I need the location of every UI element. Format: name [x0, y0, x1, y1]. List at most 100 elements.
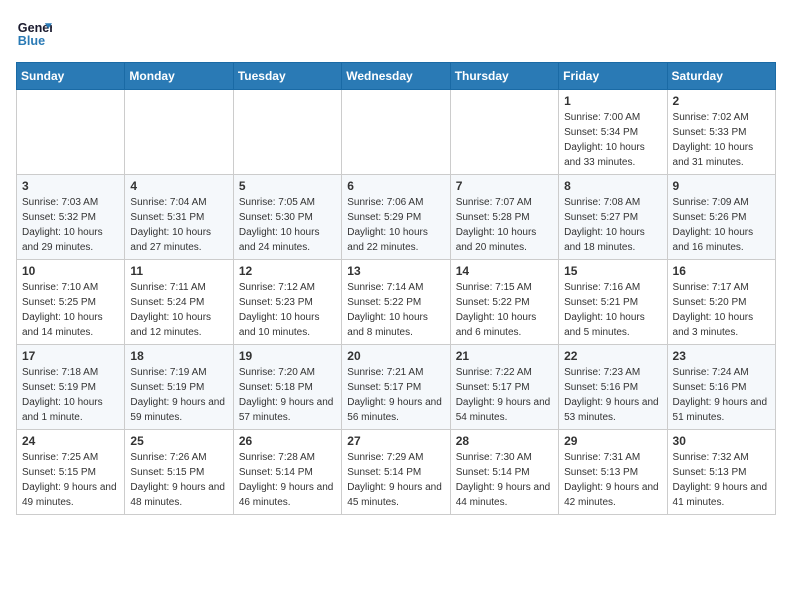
- day-number: 9: [673, 179, 770, 193]
- day-number: 13: [347, 264, 444, 278]
- day-info: Sunrise: 7:18 AM Sunset: 5:19 PM Dayligh…: [22, 365, 119, 425]
- day-info: Sunrise: 7:14 AM Sunset: 5:22 PM Dayligh…: [347, 280, 444, 340]
- day-number: 15: [564, 264, 661, 278]
- day-number: 16: [673, 264, 770, 278]
- day-number: 24: [22, 434, 119, 448]
- day-info: Sunrise: 7:15 AM Sunset: 5:22 PM Dayligh…: [456, 280, 553, 340]
- calendar-day-cell: 30 Sunrise: 7:32 AM Sunset: 5:13 PM Dayl…: [667, 430, 775, 515]
- day-number: 14: [456, 264, 553, 278]
- day-number: 3: [22, 179, 119, 193]
- calendar-day-cell: 13 Sunrise: 7:14 AM Sunset: 5:22 PM Dayl…: [342, 260, 450, 345]
- day-info: Sunrise: 7:03 AM Sunset: 5:32 PM Dayligh…: [22, 195, 119, 255]
- day-number: 30: [673, 434, 770, 448]
- calendar-day-cell: 27 Sunrise: 7:29 AM Sunset: 5:14 PM Dayl…: [342, 430, 450, 515]
- day-number: 6: [347, 179, 444, 193]
- calendar-day-cell: 23 Sunrise: 7:24 AM Sunset: 5:16 PM Dayl…: [667, 345, 775, 430]
- calendar-day-cell: 17 Sunrise: 7:18 AM Sunset: 5:19 PM Dayl…: [17, 345, 125, 430]
- calendar-week-row: 24 Sunrise: 7:25 AM Sunset: 5:15 PM Dayl…: [17, 430, 776, 515]
- weekday-header: Sunday: [17, 63, 125, 90]
- calendar-day-cell: 15 Sunrise: 7:16 AM Sunset: 5:21 PM Dayl…: [559, 260, 667, 345]
- logo: General Blue: [16, 16, 52, 52]
- calendar-day-cell: 24 Sunrise: 7:25 AM Sunset: 5:15 PM Dayl…: [17, 430, 125, 515]
- day-number: 27: [347, 434, 444, 448]
- calendar-day-cell: 10 Sunrise: 7:10 AM Sunset: 5:25 PM Dayl…: [17, 260, 125, 345]
- calendar-day-cell: [125, 90, 233, 175]
- day-number: 10: [22, 264, 119, 278]
- calendar-day-cell: 4 Sunrise: 7:04 AM Sunset: 5:31 PM Dayli…: [125, 175, 233, 260]
- day-info: Sunrise: 7:09 AM Sunset: 5:26 PM Dayligh…: [673, 195, 770, 255]
- calendar-day-cell: [17, 90, 125, 175]
- day-number: 18: [130, 349, 227, 363]
- day-number: 12: [239, 264, 336, 278]
- day-info: Sunrise: 7:26 AM Sunset: 5:15 PM Dayligh…: [130, 450, 227, 510]
- day-info: Sunrise: 7:10 AM Sunset: 5:25 PM Dayligh…: [22, 280, 119, 340]
- day-number: 11: [130, 264, 227, 278]
- calendar-day-cell: 21 Sunrise: 7:22 AM Sunset: 5:17 PM Dayl…: [450, 345, 558, 430]
- day-info: Sunrise: 7:30 AM Sunset: 5:14 PM Dayligh…: [456, 450, 553, 510]
- day-info: Sunrise: 7:22 AM Sunset: 5:17 PM Dayligh…: [456, 365, 553, 425]
- calendar-day-cell: 25 Sunrise: 7:26 AM Sunset: 5:15 PM Dayl…: [125, 430, 233, 515]
- calendar-day-cell: 19 Sunrise: 7:20 AM Sunset: 5:18 PM Dayl…: [233, 345, 341, 430]
- day-info: Sunrise: 7:31 AM Sunset: 5:13 PM Dayligh…: [564, 450, 661, 510]
- day-info: Sunrise: 7:29 AM Sunset: 5:14 PM Dayligh…: [347, 450, 444, 510]
- day-info: Sunrise: 7:16 AM Sunset: 5:21 PM Dayligh…: [564, 280, 661, 340]
- day-info: Sunrise: 7:00 AM Sunset: 5:34 PM Dayligh…: [564, 110, 661, 170]
- calendar-day-cell: 1 Sunrise: 7:00 AM Sunset: 5:34 PM Dayli…: [559, 90, 667, 175]
- calendar-body: 1 Sunrise: 7:00 AM Sunset: 5:34 PM Dayli…: [17, 90, 776, 515]
- calendar-day-cell: 18 Sunrise: 7:19 AM Sunset: 5:19 PM Dayl…: [125, 345, 233, 430]
- weekday-header: Monday: [125, 63, 233, 90]
- svg-text:Blue: Blue: [18, 34, 45, 48]
- calendar-week-row: 10 Sunrise: 7:10 AM Sunset: 5:25 PM Dayl…: [17, 260, 776, 345]
- calendar-day-cell: 6 Sunrise: 7:06 AM Sunset: 5:29 PM Dayli…: [342, 175, 450, 260]
- day-info: Sunrise: 7:07 AM Sunset: 5:28 PM Dayligh…: [456, 195, 553, 255]
- day-info: Sunrise: 7:02 AM Sunset: 5:33 PM Dayligh…: [673, 110, 770, 170]
- calendar-day-cell: 2 Sunrise: 7:02 AM Sunset: 5:33 PM Dayli…: [667, 90, 775, 175]
- day-number: 2: [673, 94, 770, 108]
- day-number: 5: [239, 179, 336, 193]
- day-info: Sunrise: 7:06 AM Sunset: 5:29 PM Dayligh…: [347, 195, 444, 255]
- day-number: 26: [239, 434, 336, 448]
- day-info: Sunrise: 7:24 AM Sunset: 5:16 PM Dayligh…: [673, 365, 770, 425]
- calendar-day-cell: 9 Sunrise: 7:09 AM Sunset: 5:26 PM Dayli…: [667, 175, 775, 260]
- calendar-day-cell: 5 Sunrise: 7:05 AM Sunset: 5:30 PM Dayli…: [233, 175, 341, 260]
- day-number: 23: [673, 349, 770, 363]
- day-number: 4: [130, 179, 227, 193]
- calendar-week-row: 1 Sunrise: 7:00 AM Sunset: 5:34 PM Dayli…: [17, 90, 776, 175]
- page-header: General Blue: [16, 16, 776, 52]
- calendar-day-cell: 11 Sunrise: 7:11 AM Sunset: 5:24 PM Dayl…: [125, 260, 233, 345]
- calendar-day-cell: [342, 90, 450, 175]
- calendar-day-cell: [450, 90, 558, 175]
- calendar-header-row: SundayMondayTuesdayWednesdayThursdayFrid…: [17, 63, 776, 90]
- day-info: Sunrise: 7:28 AM Sunset: 5:14 PM Dayligh…: [239, 450, 336, 510]
- day-number: 25: [130, 434, 227, 448]
- day-info: Sunrise: 7:25 AM Sunset: 5:15 PM Dayligh…: [22, 450, 119, 510]
- calendar-day-cell: 26 Sunrise: 7:28 AM Sunset: 5:14 PM Dayl…: [233, 430, 341, 515]
- calendar-week-row: 17 Sunrise: 7:18 AM Sunset: 5:19 PM Dayl…: [17, 345, 776, 430]
- weekday-header: Friday: [559, 63, 667, 90]
- day-number: 29: [564, 434, 661, 448]
- day-number: 17: [22, 349, 119, 363]
- calendar-day-cell: 20 Sunrise: 7:21 AM Sunset: 5:17 PM Dayl…: [342, 345, 450, 430]
- day-info: Sunrise: 7:20 AM Sunset: 5:18 PM Dayligh…: [239, 365, 336, 425]
- day-number: 28: [456, 434, 553, 448]
- calendar-day-cell: 28 Sunrise: 7:30 AM Sunset: 5:14 PM Dayl…: [450, 430, 558, 515]
- day-number: 1: [564, 94, 661, 108]
- calendar-day-cell: 12 Sunrise: 7:12 AM Sunset: 5:23 PM Dayl…: [233, 260, 341, 345]
- calendar-day-cell: 7 Sunrise: 7:07 AM Sunset: 5:28 PM Dayli…: [450, 175, 558, 260]
- weekday-header: Tuesday: [233, 63, 341, 90]
- calendar-day-cell: 29 Sunrise: 7:31 AM Sunset: 5:13 PM Dayl…: [559, 430, 667, 515]
- day-info: Sunrise: 7:05 AM Sunset: 5:30 PM Dayligh…: [239, 195, 336, 255]
- logo-icon: General Blue: [16, 16, 52, 52]
- day-info: Sunrise: 7:32 AM Sunset: 5:13 PM Dayligh…: [673, 450, 770, 510]
- calendar-table: SundayMondayTuesdayWednesdayThursdayFrid…: [16, 62, 776, 515]
- day-info: Sunrise: 7:08 AM Sunset: 5:27 PM Dayligh…: [564, 195, 661, 255]
- calendar-day-cell: 14 Sunrise: 7:15 AM Sunset: 5:22 PM Dayl…: [450, 260, 558, 345]
- day-info: Sunrise: 7:23 AM Sunset: 5:16 PM Dayligh…: [564, 365, 661, 425]
- day-number: 7: [456, 179, 553, 193]
- weekday-header: Saturday: [667, 63, 775, 90]
- day-number: 22: [564, 349, 661, 363]
- day-info: Sunrise: 7:21 AM Sunset: 5:17 PM Dayligh…: [347, 365, 444, 425]
- day-info: Sunrise: 7:19 AM Sunset: 5:19 PM Dayligh…: [130, 365, 227, 425]
- day-number: 21: [456, 349, 553, 363]
- day-number: 8: [564, 179, 661, 193]
